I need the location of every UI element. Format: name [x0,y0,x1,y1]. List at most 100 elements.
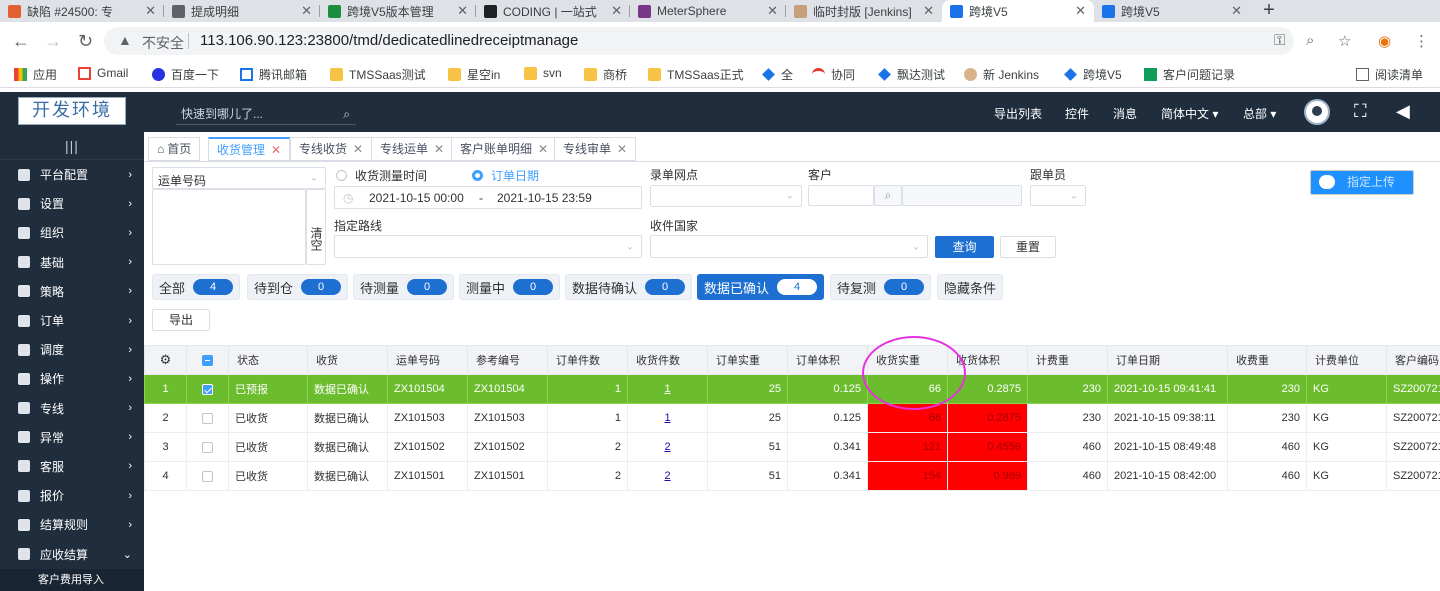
bookmark-item[interactable]: 飘达测试 [878,66,945,83]
browser-tab[interactable]: 提成明细✕ [164,0,320,22]
close-icon[interactable]: ✕ [145,3,156,19]
menu-icon[interactable]: ⋮ [1414,32,1429,50]
tab-home[interactable]: ⌂首页 [148,137,200,161]
waybill-type-select[interactable]: 运单号码⌄ [152,167,326,189]
chip-data-pending[interactable]: 数据待确认0 [565,274,692,300]
table-row[interactable]: 4已收货数据已确认ZX101501ZX10150122510.3411540.9… [145,462,1440,491]
browser-tab[interactable]: 跨境V5版本管理✕ [320,0,476,22]
sidebar-item-1[interactable]: 设置› [0,189,144,218]
close-icon[interactable]: ✕ [353,142,363,156]
column-header[interactable]: 订单日期 [1108,346,1228,375]
close-icon[interactable]: ✕ [767,3,778,19]
browser-tab[interactable]: MeterSphere✕ [630,0,786,22]
export-list-link[interactable]: 导出列表 [994,105,1042,122]
forward-icon[interactable]: → [44,31,62,51]
close-icon[interactable]: ✕ [923,3,934,19]
sidebar-sub-item[interactable]: 客户费用导入 [0,569,144,591]
extension-icon[interactable]: ◉ [1378,32,1391,50]
url-text[interactable]: 113.106.90.123:23800/tmd/dedicatedlinedr… [200,32,578,49]
close-icon[interactable]: ✕ [271,143,281,157]
column-header[interactable]: 订单件数 [548,346,628,375]
column-header[interactable]: 状态 [229,346,308,375]
reading-list[interactable]: 阅读清单 [1356,66,1423,83]
sidebar-item-3[interactable]: 基础› [0,248,144,277]
close-icon[interactable]: ✕ [301,3,312,19]
column-header[interactable]: 订单实重 [708,346,788,375]
chip-pending-warehouse[interactable]: 待到仓0 [247,274,348,300]
route-select[interactable]: ⌄ [334,235,642,258]
sidebar-item-2[interactable]: 组织› [0,218,144,247]
browser-tab-active[interactable]: 跨境V5✕ [942,0,1094,22]
close-icon[interactable]: ✕ [617,142,627,156]
sidebar-item-7[interactable]: 操作› [0,364,144,393]
chip-pending-measure[interactable]: 待测量0 [353,274,454,300]
chip-data-confirmed[interactable]: 数据已确认4 [697,274,824,300]
close-icon[interactable]: ✕ [611,3,622,19]
bookmark-item[interactable]: TMSSaas测试 [330,66,426,83]
bookmark-item[interactable]: svn [524,66,562,80]
chip-hide-conditions[interactable]: 隐藏条件 [937,274,1003,300]
date-start[interactable]: 2021-10-15 00:00 [369,191,464,205]
avatar[interactable] [1304,99,1330,125]
column-header[interactable]: 计费重 [1028,346,1108,375]
sidebar-item-5[interactable]: 订单› [0,306,144,335]
search-icon[interactable]: ⌕ [343,103,350,125]
tab-line-receipt[interactable]: 专线收货✕ [290,137,372,161]
bookmark-item[interactable]: TMSSaas正式 [648,66,744,83]
column-header[interactable]: 收货件数 [628,346,708,375]
back-icon[interactable]: ← [12,31,30,51]
checkbox-icon[interactable] [202,384,213,395]
bookmark-item[interactable]: 协同 [812,66,855,83]
close-icon[interactable]: ✕ [434,142,444,156]
waybill-textarea[interactable] [152,189,306,265]
close-icon[interactable]: ✕ [538,142,548,156]
insecure-label[interactable]: 不安全 [142,33,184,53]
column-header[interactable]: 收货体积 [948,346,1028,375]
checkbox-icon[interactable] [202,355,213,366]
checkbox-icon[interactable] [202,413,213,424]
new-tab-button[interactable]: + [1256,0,1282,22]
column-header[interactable]: 收货实重 [868,346,948,375]
close-icon[interactable]: ✕ [1075,3,1086,19]
chip-pending-remeasure[interactable]: 待复测0 [830,274,931,300]
browser-tab[interactable]: 临时封版 [Jenkins]✕ [786,0,942,22]
sidebar-item-10[interactable]: 客服› [0,452,144,481]
column-header[interactable]: 参考编号 [468,346,548,375]
sidebar-item-0[interactable]: 平台配置› [0,160,144,189]
browser-tab[interactable]: 缺陷 #24500: 专✕ [0,0,164,22]
messages-link[interactable]: 消息 [1113,105,1137,122]
zoom-icon[interactable]: ⌕ [1306,32,1314,49]
reset-button[interactable]: 重置 [1000,236,1056,258]
bookmark-item[interactable]: 应用 [14,66,57,83]
bookmark-item[interactable]: 腾讯邮箱 [240,66,307,83]
menu-search-input[interactable]: 快速到哪儿了...⌕ [176,103,356,125]
gear-icon[interactable]: ⚙ [160,352,172,367]
row-checkbox[interactable] [187,375,229,404]
tab-customer-bill[interactable]: 客户账单明细✕ [451,137,557,161]
designated-upload-button[interactable]: 指定上传 [1310,170,1414,195]
select-all-checkbox[interactable] [187,346,229,375]
table-row[interactable]: 1已预报数据已确认ZX101504ZX10150411250.125660.28… [145,375,1440,404]
checkbox-icon[interactable] [202,471,213,482]
sidebar-toggle[interactable]: ||| [0,132,144,160]
column-header[interactable]: 运单号码 [388,346,468,375]
url-field[interactable]: ▲ 不安全 113.106.90.123:23800/tmd/dedicated… [104,27,1294,55]
tab-receipt-manage[interactable]: 收货管理✕ [208,137,290,161]
language-dropdown[interactable]: 简体中文 ▾ [1161,105,1218,122]
close-icon[interactable]: ✕ [1231,3,1242,19]
bookmark-item[interactable]: 商桥 [584,66,627,83]
column-header[interactable]: 收费重 [1228,346,1307,375]
sidebar-item-6[interactable]: 调度› [0,335,144,364]
clear-button[interactable]: 清空 [306,189,326,265]
column-header[interactable]: 订单体积 [788,346,868,375]
browser-tab[interactable]: CODING | 一站式✕ [476,0,630,22]
row-checkbox[interactable] [187,433,229,462]
reload-icon[interactable]: ↻ [78,31,93,51]
sidebar-item-11[interactable]: 报价› [0,481,144,510]
country-select[interactable]: ⌄ [650,235,928,258]
date-end[interactable]: 2021-10-15 23:59 [497,191,592,205]
column-settings[interactable]: ⚙ [145,346,187,375]
key-icon[interactable]: ⚿ [1274,32,1285,49]
sidebar-item-9[interactable]: 异常› [0,423,144,452]
sidebar-item-4[interactable]: 策略› [0,277,144,306]
